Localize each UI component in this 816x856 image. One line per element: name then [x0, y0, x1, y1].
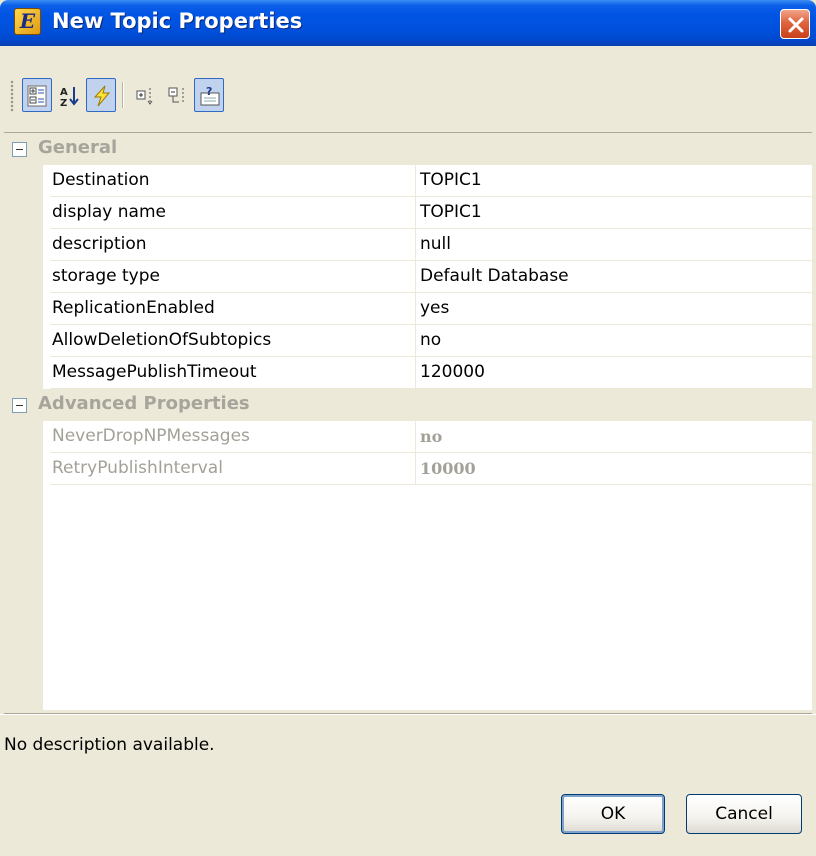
collapse-icon[interactable]	[12, 142, 27, 157]
category-label: General	[38, 137, 118, 158]
close-button[interactable]	[780, 9, 810, 39]
property-row-storage-type[interactable]: storage type Default Database	[4, 261, 812, 293]
property-name: MessagePublishTimeout	[50, 357, 416, 389]
svg-text:Z: Z	[60, 98, 67, 107]
property-name: Destination	[50, 165, 416, 197]
close-icon	[788, 17, 804, 33]
title-bar[interactable]: E New Topic Properties	[0, 0, 816, 46]
category-label: Advanced Properties	[38, 393, 250, 414]
property-row-destination[interactable]: Destination TOPIC1	[4, 165, 812, 197]
toolbar-separator	[122, 82, 123, 108]
property-row-replication-enabled[interactable]: ReplicationEnabled yes	[4, 293, 812, 325]
ok-button[interactable]: OK	[561, 794, 665, 834]
property-grid-toolbar: A Z ?	[4, 74, 812, 126]
alphabetical-sort-button[interactable]: A Z	[54, 78, 84, 112]
property-name: display name	[50, 197, 416, 229]
property-value[interactable]: 120000	[416, 357, 812, 389]
property-name: description	[50, 229, 416, 261]
description-panel: No description available.	[0, 714, 816, 856]
property-name: AllowDeletionOfSubtopics	[50, 325, 416, 357]
property-row-display-name[interactable]: display name TOPIC1	[4, 197, 812, 229]
window-title: New Topic Properties	[52, 9, 303, 33]
category-general[interactable]: General	[4, 133, 812, 165]
property-value[interactable]: null	[416, 229, 812, 261]
property-value[interactable]: TOPIC1	[416, 165, 812, 197]
categorized-view-icon	[27, 85, 47, 107]
property-value[interactable]: Default Database	[416, 261, 812, 293]
property-name: NeverDropNPMessages	[50, 421, 416, 453]
property-grid[interactable]: General Destination TOPIC1 display name …	[4, 132, 812, 711]
lightning-events-icon	[93, 85, 111, 107]
description-text: No description available.	[4, 735, 215, 755]
property-value[interactable]: TOPIC1	[416, 197, 812, 229]
dialog-window: E New Topic Properties A Z ? General Des…	[0, 0, 816, 856]
expand-all-icon	[136, 88, 153, 105]
help-icon: ?	[200, 85, 220, 106]
collapse-icon[interactable]	[12, 398, 27, 413]
cancel-button[interactable]: Cancel	[686, 794, 802, 834]
svg-text:A: A	[60, 87, 68, 98]
property-row-never-drop[interactable]: NeverDropNPMessages no	[4, 421, 812, 453]
property-name: ReplicationEnabled	[50, 293, 416, 325]
events-button[interactable]	[86, 78, 116, 112]
property-row-allow-deletion[interactable]: AllowDeletionOfSubtopics no	[4, 325, 812, 357]
property-row-retry-interval[interactable]: RetryPublishInterval 10000	[4, 453, 812, 485]
collapse-all-icon	[168, 87, 184, 104]
collapse-all-button[interactable]	[162, 78, 192, 112]
alphabetical-sort-icon: A Z	[60, 87, 79, 107]
property-row-publish-timeout[interactable]: MessagePublishTimeout 120000	[4, 357, 812, 389]
property-value: 10000	[416, 453, 812, 485]
category-advanced-properties[interactable]: Advanced Properties	[4, 389, 812, 421]
property-name: storage type	[50, 261, 416, 293]
property-value: no	[416, 421, 812, 453]
app-icon: E	[14, 8, 41, 35]
property-row-description[interactable]: description null	[4, 229, 812, 261]
expand-all-button[interactable]	[130, 78, 160, 112]
toolbar-grip[interactable]	[10, 80, 14, 112]
property-value[interactable]: no	[416, 325, 812, 357]
help-button[interactable]: ?	[194, 78, 224, 112]
categorized-view-button[interactable]	[22, 78, 52, 112]
property-name: RetryPublishInterval	[50, 453, 416, 485]
svg-text:?: ?	[206, 85, 212, 98]
property-value[interactable]: yes	[416, 293, 812, 325]
